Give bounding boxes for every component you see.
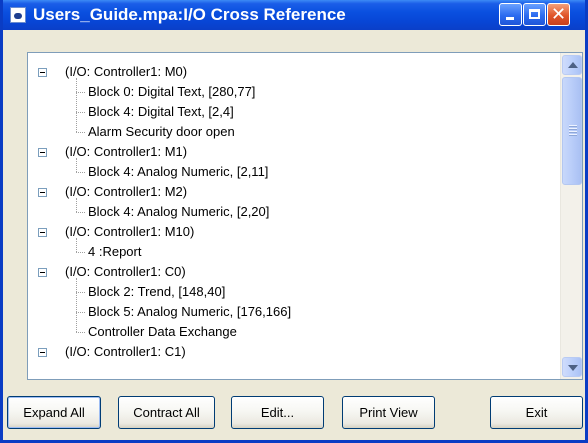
- cross-reference-tree-panel: (I/O: Controller1: M0) Block 0: Digital T…: [27, 52, 583, 380]
- chevron-up-icon: [568, 62, 578, 68]
- tree-node[interactable]: (I/O: Controller1: C0): [65, 262, 186, 282]
- title-bar[interactable]: Users_Guide.mpa:I/O Cross Reference ✕: [3, 0, 585, 30]
- collapse-toggle-icon[interactable]: [38, 268, 47, 277]
- tree-leaf[interactable]: Block 5: Analog Numeric, [176,166]: [88, 302, 291, 322]
- tree-node[interactable]: (I/O: Controller1: C1): [65, 342, 186, 362]
- collapse-toggle-icon[interactable]: [38, 228, 47, 237]
- cross-reference-tree[interactable]: (I/O: Controller1: M0) Block 0: Digital T…: [28, 53, 560, 379]
- collapse-toggle-icon[interactable]: [38, 348, 47, 357]
- minimize-icon[interactable]: [499, 3, 522, 26]
- io-cross-reference-window: Users_Guide.mpa:I/O Cross Reference ✕ (I…: [0, 0, 588, 443]
- vertical-scrollbar[interactable]: [560, 53, 582, 379]
- collapse-toggle-icon[interactable]: [38, 188, 47, 197]
- tree-node[interactable]: (I/O: Controller1: M2): [65, 182, 187, 202]
- tree-leaf[interactable]: 4 :Report: [88, 242, 141, 262]
- tree-leaf[interactable]: Controller Data Exchange: [88, 322, 237, 342]
- tree-leaf[interactable]: Alarm Security door open: [88, 122, 235, 142]
- tree-leaf[interactable]: Block 4: Analog Numeric, [2,20]: [88, 202, 269, 222]
- print-view-button[interactable]: Print View: [342, 396, 435, 429]
- tree-node[interactable]: (I/O: Controller1: M10): [65, 222, 194, 242]
- tree-leaf[interactable]: Block 0: Digital Text, [280,77]: [88, 82, 255, 102]
- tree-leaf[interactable]: Block 2: Trend, [148,40]: [88, 282, 225, 302]
- collapse-toggle-icon[interactable]: [38, 148, 47, 157]
- window-title: Users_Guide.mpa:I/O Cross Reference: [33, 5, 346, 24]
- contract-all-button[interactable]: Contract All: [118, 396, 215, 429]
- edit-button[interactable]: Edit...: [231, 396, 324, 429]
- exit-button[interactable]: Exit: [490, 396, 583, 429]
- chevron-down-icon: [568, 365, 578, 371]
- tree-leaf[interactable]: Block 4: Digital Text, [2,4]: [88, 102, 234, 122]
- scroll-up-button[interactable]: [562, 55, 582, 75]
- tree-leaf[interactable]: Block 4: Analog Numeric, [2,11]: [88, 162, 268, 182]
- application-icon[interactable]: [10, 7, 26, 23]
- scroll-thumb[interactable]: [562, 77, 582, 185]
- tree-node[interactable]: (I/O: Controller1: M1): [65, 142, 187, 162]
- expand-all-button[interactable]: Expand All: [7, 396, 101, 429]
- close-icon[interactable]: ✕: [547, 3, 570, 26]
- scroll-down-button[interactable]: [562, 357, 582, 377]
- tree-node[interactable]: (I/O: Controller1: M0): [65, 62, 187, 82]
- collapse-toggle-icon[interactable]: [38, 68, 47, 77]
- maximize-icon[interactable]: [523, 3, 546, 26]
